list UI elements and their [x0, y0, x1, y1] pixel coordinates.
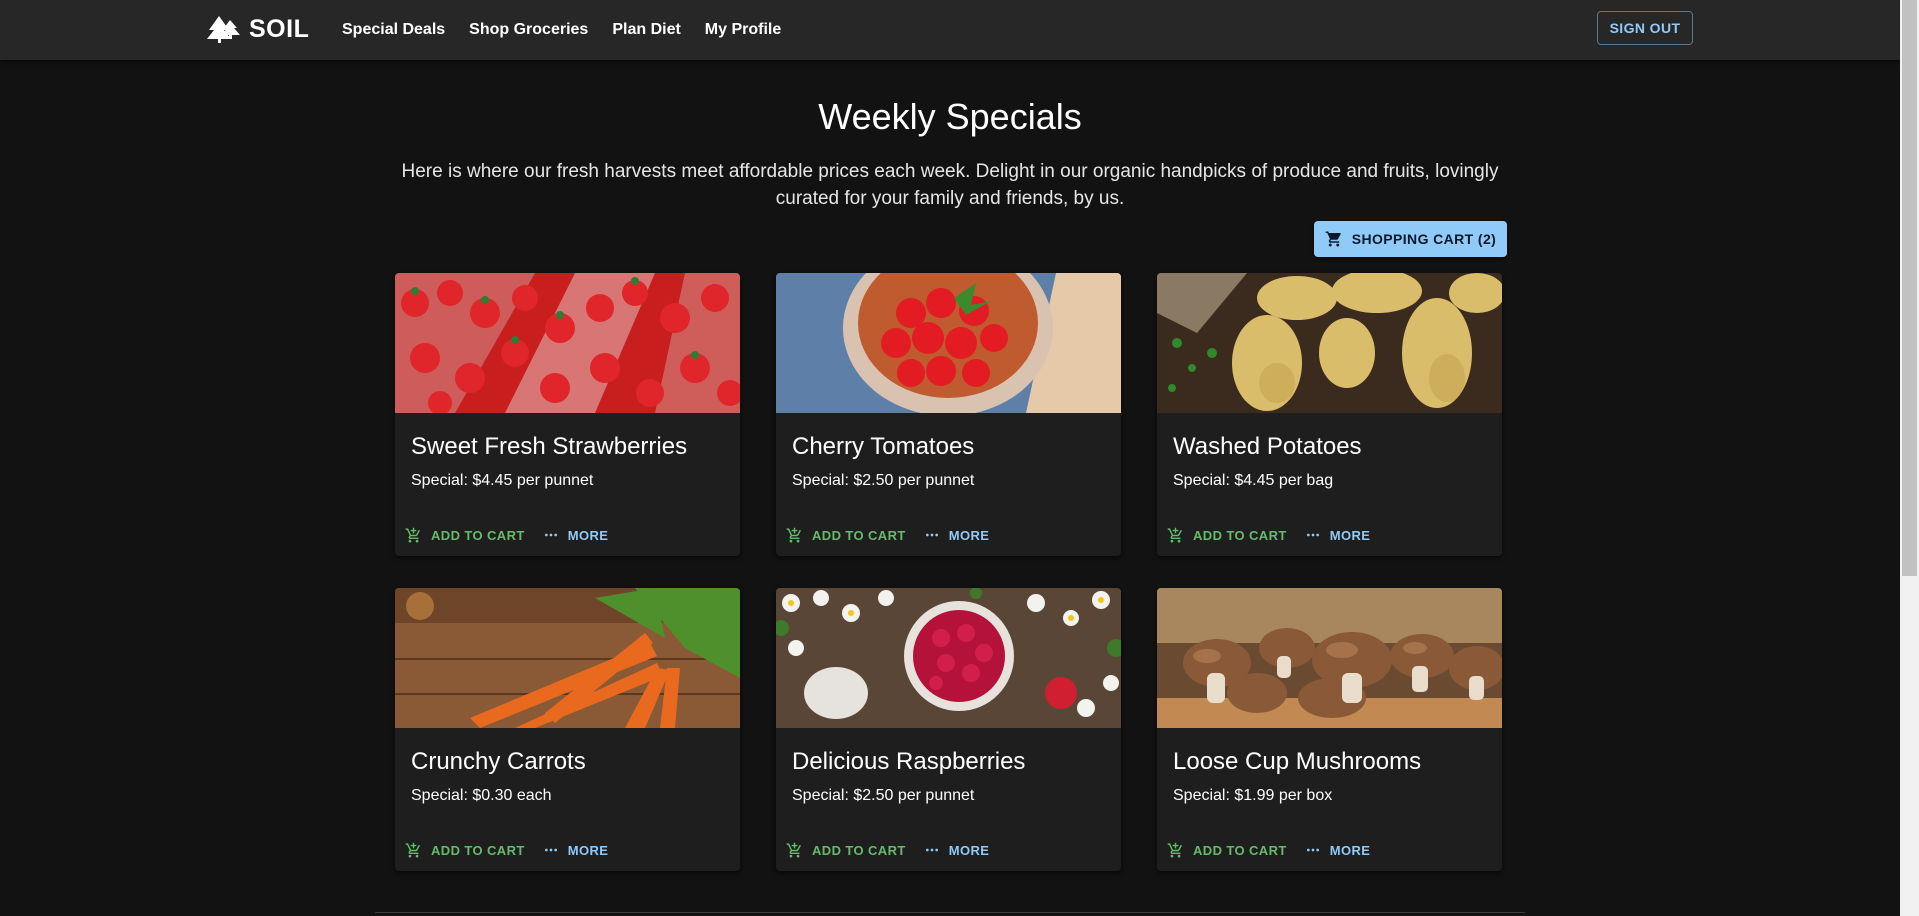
- more-button[interactable]: MORE: [1305, 842, 1371, 858]
- carrots-photo: [395, 588, 740, 728]
- add-shopping-cart-icon: [405, 842, 420, 858]
- product-price: Special: $4.45 per punnet: [411, 472, 594, 489]
- product-name: Delicious Raspberries: [792, 748, 1026, 775]
- add-shopping-cart-icon: [1167, 527, 1182, 543]
- product-name: Cherry Tomatoes: [792, 433, 975, 460]
- brand-logo[interactable]: SOIL: [207, 13, 309, 45]
- product-price: Special: $2.50 per punnet: [792, 787, 975, 804]
- product-name: Sweet Fresh Strawberries: [411, 433, 688, 460]
- add-to-cart-label: ADD TO CART: [812, 842, 906, 858]
- product-card: Loose Cup Mushrooms Special: $1.99 per b…: [1157, 588, 1502, 871]
- more-button[interactable]: MORE: [543, 527, 609, 543]
- shopping-cart-button[interactable]: SHOPPING CART (2): [1314, 221, 1507, 257]
- more-horiz-icon: [1306, 533, 1319, 537]
- page-subtitle: Here is where our fresh harvests meet af…: [401, 161, 1499, 209]
- card-actions: ADD TO CART MORE: [405, 523, 608, 547]
- product-card: Sweet Fresh Strawberries Special: $4.45 …: [395, 273, 740, 556]
- strawberries-photo: [395, 273, 740, 413]
- more-label: MORE: [1329, 842, 1371, 858]
- top-app-bar: SOIL Special Deals Shop Groceries Plan D…: [0, 0, 1900, 60]
- add-to-cart-button[interactable]: ADD TO CART: [405, 842, 525, 859]
- more-label: MORE: [567, 842, 609, 858]
- more-horiz-icon: [925, 848, 938, 852]
- add-to-cart-label: ADD TO CART: [1193, 527, 1287, 543]
- card-actions: ADD TO CART MORE: [405, 838, 608, 862]
- product-card: Crunchy Carrots Special: $0.30 each ADD …: [395, 588, 740, 871]
- add-to-cart-button[interactable]: ADD TO CART: [786, 527, 906, 544]
- sign-out-button[interactable]: SIGN OUT: [1597, 11, 1693, 45]
- card-actions: ADD TO CART MORE: [1167, 523, 1370, 547]
- add-to-cart-button[interactable]: ADD TO CART: [786, 842, 906, 859]
- add-shopping-cart-icon: [786, 527, 801, 543]
- more-button[interactable]: MORE: [924, 842, 990, 858]
- potatoes-photo: [1157, 273, 1502, 413]
- product-price: Special: $0.30 each: [411, 787, 552, 804]
- add-to-cart-button[interactable]: ADD TO CART: [1167, 842, 1287, 859]
- nav-special-deals[interactable]: Special Deals: [342, 21, 445, 39]
- add-shopping-cart-icon: [405, 527, 420, 543]
- page-title: Weekly Specials: [818, 96, 1082, 137]
- product-price: Special: $1.99 per box: [1173, 787, 1333, 804]
- trees-icon: [207, 16, 240, 43]
- nav-plan-diet[interactable]: Plan Diet: [612, 21, 680, 39]
- more-label: MORE: [1329, 527, 1371, 543]
- mushrooms-photo: [1157, 588, 1502, 728]
- main-nav: Special Deals Shop Groceries Plan Diet M…: [342, 0, 805, 60]
- more-horiz-icon: [1306, 848, 1319, 852]
- product-price: Special: $4.45 per bag: [1173, 472, 1334, 489]
- brand-name: SOIL: [249, 14, 310, 43]
- more-button[interactable]: MORE: [543, 842, 609, 858]
- add-to-cart-label: ADD TO CART: [431, 527, 525, 543]
- more-label: MORE: [948, 527, 990, 543]
- card-actions: ADD TO CART MORE: [786, 523, 989, 547]
- product-name: Loose Cup Mushrooms: [1173, 748, 1422, 775]
- more-horiz-icon: [544, 848, 557, 852]
- card-actions: ADD TO CART MORE: [786, 838, 989, 862]
- vertical-scrollbar[interactable]: [1900, 0, 1919, 916]
- add-shopping-cart-icon: [1167, 842, 1182, 858]
- add-to-cart-button[interactable]: ADD TO CART: [405, 527, 525, 544]
- raspberries-photo: [776, 588, 1121, 728]
- add-to-cart-label: ADD TO CART: [812, 527, 906, 543]
- product-card: Delicious Raspberries Special: $2.50 per…: [776, 588, 1121, 871]
- nav-shop-groceries[interactable]: Shop Groceries: [469, 21, 588, 39]
- scrollbar-thumb[interactable]: [1902, 0, 1917, 576]
- card-actions: ADD TO CART MORE: [1167, 838, 1370, 862]
- add-to-cart-button[interactable]: ADD TO CART: [1167, 527, 1287, 544]
- shopping-cart-label: SHOPPING CART (2): [1351, 231, 1497, 247]
- shopping-cart-icon: [1325, 231, 1341, 247]
- add-shopping-cart-icon: [786, 842, 801, 858]
- more-label: MORE: [567, 527, 609, 543]
- product-card: Cherry Tomatoes Special: $2.50 per punne…: [776, 273, 1121, 556]
- more-horiz-icon: [925, 533, 938, 537]
- add-to-cart-label: ADD TO CART: [1193, 842, 1287, 858]
- product-card: Washed Potatoes Special: $4.45 per bag A…: [1157, 273, 1502, 556]
- cherry-tomatoes-photo: [776, 273, 1121, 413]
- product-price: Special: $2.50 per punnet: [792, 472, 975, 489]
- more-button[interactable]: MORE: [1305, 527, 1371, 543]
- product-name: Washed Potatoes: [1173, 433, 1362, 460]
- more-horiz-icon: [544, 533, 557, 537]
- footer-divider: [375, 912, 1525, 913]
- more-button[interactable]: MORE: [924, 527, 990, 543]
- nav-my-profile[interactable]: My Profile: [705, 21, 781, 39]
- add-to-cart-label: ADD TO CART: [431, 842, 525, 858]
- product-name: Crunchy Carrots: [411, 748, 586, 775]
- more-label: MORE: [948, 842, 990, 858]
